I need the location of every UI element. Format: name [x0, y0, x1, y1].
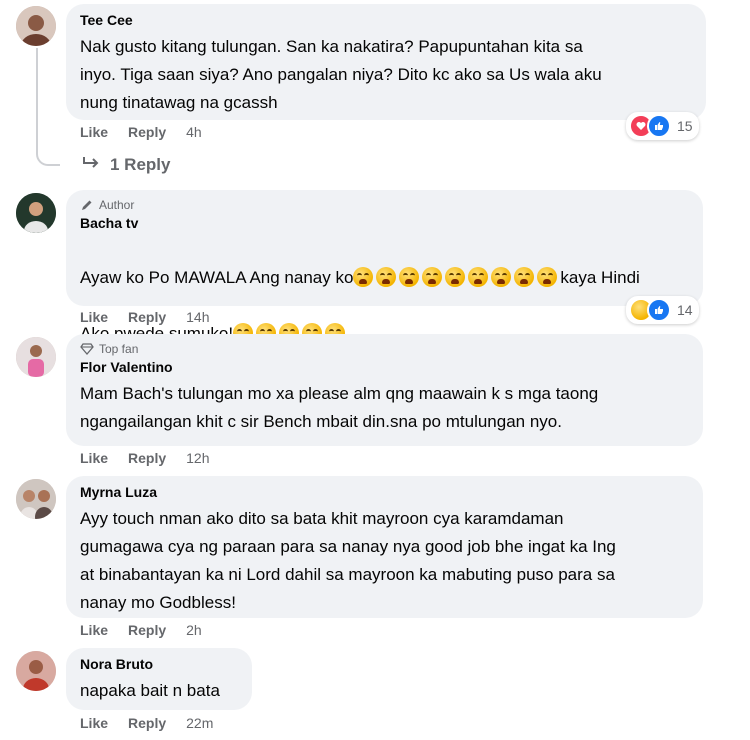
- avatar[interactable]: [16, 337, 56, 377]
- reply-button[interactable]: Reply: [128, 715, 166, 731]
- comment-time[interactable]: 4h: [186, 124, 202, 140]
- view-replies-link[interactable]: 1 Reply: [82, 155, 170, 175]
- comment-time[interactable]: 14h: [186, 309, 209, 325]
- comment-bubble: Top fan Flor Valentino Mam Bach's tulung…: [66, 334, 703, 446]
- comment-actions: Like Reply 14h: [80, 309, 210, 325]
- crying-face-emoji-icon: [468, 267, 489, 287]
- commenter-name[interactable]: Bacha tv: [80, 215, 689, 231]
- comment-bubble: Nora Bruto napaka bait n bata: [66, 648, 252, 710]
- comment-text: napaka bait n bata: [80, 681, 220, 700]
- avatar[interactable]: [16, 479, 56, 519]
- diamond-icon: [80, 343, 94, 355]
- comment-actions: Like Reply 4h: [80, 124, 202, 140]
- thread-connector: [36, 148, 60, 166]
- reaction-summary[interactable]: 15: [626, 112, 699, 140]
- like-icon: [647, 298, 671, 322]
- comment-time[interactable]: 2h: [186, 622, 202, 638]
- comment-time[interactable]: 22m: [186, 715, 213, 731]
- like-button[interactable]: Like: [80, 124, 108, 140]
- crying-face-emoji-icon: [445, 267, 466, 287]
- comment-actions: Like Reply 12h: [80, 450, 210, 466]
- crying-emoji-group: [353, 267, 560, 287]
- comment-bubble: Tee Cee Nak gusto kitang tulungan. San k…: [66, 4, 706, 120]
- like-button[interactable]: Like: [80, 309, 108, 325]
- crying-face-emoji-icon: [376, 267, 397, 287]
- like-icon: [647, 114, 671, 138]
- like-button[interactable]: Like: [80, 450, 108, 466]
- commenter-name[interactable]: Nora Bruto: [80, 656, 238, 672]
- comment-text: Ayy touch nman ako dito sa bata khit may…: [80, 509, 616, 612]
- crying-face-emoji-icon: [353, 267, 374, 287]
- comment-actions: Like Reply 2h: [80, 622, 202, 638]
- author-badge: Author: [80, 198, 689, 212]
- reply-button[interactable]: Reply: [128, 450, 166, 466]
- crying-face-emoji-icon: [491, 267, 512, 287]
- reaction-summary[interactable]: 14: [626, 296, 699, 324]
- comment-bubble: Author Bacha tv Ayaw ko Po MAWALA Ang na…: [66, 190, 703, 343]
- top-fan-badge: Top fan: [80, 342, 689, 356]
- comment-text: Nak gusto kitang tulungan. San ka nakati…: [80, 37, 602, 112]
- reaction-count: 15: [677, 118, 693, 134]
- avatar[interactable]: [16, 193, 56, 233]
- crying-face-emoji-icon: [537, 267, 558, 287]
- reply-button[interactable]: Reply: [128, 309, 166, 325]
- commenter-name[interactable]: Tee Cee: [80, 12, 692, 28]
- comment-actions: Like Reply 22m: [80, 715, 213, 731]
- reaction-count: 14: [677, 302, 693, 318]
- comment-text: Mam Bach's tulungan mo xa please alm qng…: [80, 384, 599, 431]
- reply-button[interactable]: Reply: [128, 622, 166, 638]
- avatar[interactable]: [16, 6, 56, 46]
- thread-line: [36, 48, 38, 152]
- avatar[interactable]: [16, 651, 56, 691]
- pencil-icon: [82, 200, 92, 210]
- crying-face-emoji-icon: [399, 267, 420, 287]
- commenter-name[interactable]: Myrna Luza: [80, 484, 689, 500]
- reply-arrow-icon: [82, 155, 100, 175]
- crying-face-emoji-icon: [422, 267, 443, 287]
- commenter-name[interactable]: Flor Valentino: [80, 359, 689, 375]
- replies-label: 1 Reply: [110, 155, 171, 174]
- crying-face-emoji-icon: [514, 267, 535, 287]
- comment-bubble: Myrna Luza Ayy touch nman ako dito sa ba…: [66, 476, 703, 618]
- comment-time[interactable]: 12h: [186, 450, 209, 466]
- reply-button[interactable]: Reply: [128, 124, 166, 140]
- like-button[interactable]: Like: [80, 715, 108, 731]
- comment-text: Ayaw ko Po MAWALA Ang nanay ko kaya Hindi…: [80, 236, 689, 348]
- like-button[interactable]: Like: [80, 622, 108, 638]
